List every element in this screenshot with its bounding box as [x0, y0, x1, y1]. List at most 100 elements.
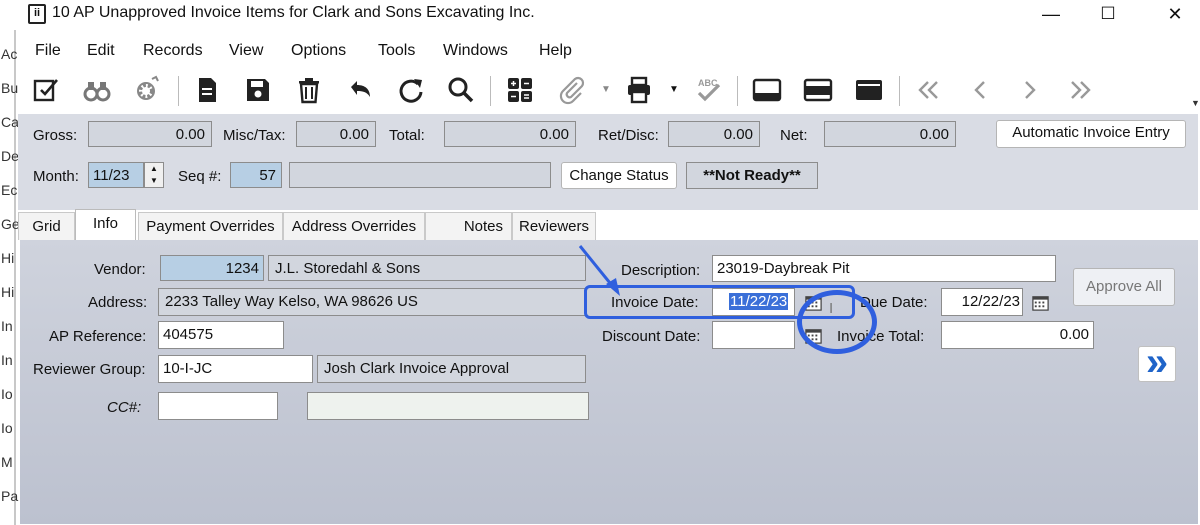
due-date-field[interactable]: 12/22/23 — [941, 288, 1023, 316]
background-letter: Pa — [1, 488, 19, 504]
window-title: 10 AP Unapproved Invoice Items for Clark… — [52, 4, 535, 21]
menu-records[interactable]: Records — [143, 42, 203, 60]
tab-grid[interactable]: Grid — [18, 212, 75, 240]
layout-middle-icon[interactable] — [801, 72, 835, 108]
redo-icon[interactable] — [394, 72, 428, 108]
background-letter: Ca — [1, 114, 19, 130]
background-letter: Ac — [1, 46, 18, 62]
gross-label: Gross: — [33, 127, 78, 144]
month-label: Month: — [33, 168, 79, 185]
maximize-button[interactable]: ☐ — [1085, 0, 1131, 30]
menu-tools[interactable]: Tools — [378, 42, 415, 60]
month-spinner[interactable]: ▲ ▼ — [144, 162, 164, 188]
background-letter: Bu — [1, 80, 19, 96]
address-label: Address: — [88, 294, 148, 311]
tab-info[interactable]: Info — [75, 209, 136, 240]
background-divider — [14, 30, 16, 525]
address-field: 2233 Talley Way Kelso, WA 98626 US — [158, 288, 586, 316]
description-field[interactable]: 23019-Daybreak Pit — [712, 255, 1056, 282]
annotation-circle — [797, 290, 877, 354]
toolbar-separator — [178, 76, 179, 106]
vendor-label: Vendor: — [94, 261, 146, 278]
status-badge: **Not Ready** — [686, 162, 818, 189]
toolbar-separator — [899, 76, 900, 106]
background-letter: Io — [1, 420, 13, 436]
ret-disc-label: Ret/Disc: — [598, 127, 659, 144]
menu-edit[interactable]: Edit — [87, 42, 115, 60]
menu-file[interactable]: File — [35, 42, 61, 60]
edit-icon[interactable] — [29, 72, 63, 108]
change-status-button[interactable]: Change Status — [561, 162, 677, 189]
document-icon[interactable] — [190, 72, 224, 108]
menu-view[interactable]: View — [229, 42, 263, 60]
gear-icon[interactable] — [130, 72, 164, 108]
reviewer-group-description: Josh Clark Invoice Approval — [317, 355, 586, 383]
background-letter: In — [1, 318, 13, 334]
discount-date-label: Discount Date: — [602, 328, 701, 345]
next-record-icon[interactable] — [1013, 72, 1047, 108]
cc-field[interactable] — [158, 392, 278, 420]
tab-notes[interactable]: Notes — [425, 212, 512, 240]
previous-record-icon[interactable] — [963, 72, 997, 108]
menu-help[interactable]: Help — [539, 42, 572, 60]
layout-bottom-icon[interactable] — [750, 72, 784, 108]
misc-tax-field: 0.00 — [296, 121, 376, 147]
approve-all-button[interactable]: Approve All — [1073, 268, 1175, 306]
layout-top-icon[interactable] — [852, 72, 886, 108]
background-letter: Hi — [1, 284, 15, 300]
last-record-icon[interactable] — [1063, 72, 1097, 108]
undo-icon[interactable] — [343, 72, 377, 108]
total-label: Total: — [389, 127, 425, 144]
gross-field: 0.00 — [88, 121, 212, 147]
calculator-icon[interactable] — [503, 72, 537, 108]
discount-date-field[interactable] — [712, 321, 795, 349]
invoice-total-field[interactable]: 0.00 — [941, 321, 1094, 349]
app-icon: ii — [28, 4, 46, 24]
background-letter: De — [1, 148, 19, 164]
seq-description-field — [289, 162, 551, 188]
svg-text:ABC: ABC — [698, 78, 718, 88]
first-record-icon[interactable] — [912, 72, 946, 108]
delete-icon[interactable] — [292, 72, 326, 108]
ap-reference-field[interactable]: 404575 — [158, 321, 284, 349]
vendor-name-field: J.L. Storedahl & Sons — [268, 255, 586, 281]
background-letter: Hi — [1, 250, 15, 266]
search-icon[interactable] — [444, 72, 478, 108]
net-label: Net: — [780, 127, 808, 144]
background-letter: M — [1, 454, 13, 470]
menu-options[interactable]: Options — [291, 42, 346, 60]
next-section-button[interactable]: » — [1138, 342, 1176, 382]
background-letter: Io — [1, 386, 13, 402]
print-dropdown-icon[interactable]: ▼ — [669, 84, 679, 95]
attach-icon[interactable] — [555, 72, 589, 108]
ap-reference-label: AP Reference: — [49, 328, 147, 345]
automatic-invoice-entry-button[interactable]: Automatic Invoice Entry — [996, 120, 1186, 148]
seq-label: Seq #: — [178, 168, 222, 185]
tab-payment-overrides[interactable]: Payment Overrides — [138, 212, 283, 240]
toolbar-overflow-icon[interactable]: ▼ — [1191, 98, 1200, 108]
menu-windows[interactable]: Windows — [443, 42, 508, 60]
toolbar-separator — [737, 76, 738, 106]
vendor-number-field[interactable]: 1234 — [160, 255, 264, 281]
cc-description-field — [307, 392, 589, 420]
print-icon[interactable] — [622, 72, 656, 108]
month-field[interactable]: 11/23 — [88, 162, 144, 188]
close-button[interactable]: ✕ — [1152, 0, 1198, 30]
misc-tax-label: Misc/Tax: — [223, 127, 286, 144]
ret-disc-field: 0.00 — [668, 121, 760, 147]
attach-dropdown-icon[interactable]: ▼ — [601, 84, 611, 95]
reviewer-group-field[interactable]: 10-I-JC — [158, 355, 313, 383]
due-date-calendar-icon[interactable] — [1027, 289, 1053, 315]
toolbar-separator — [490, 76, 491, 106]
reviewer-group-label: Reviewer Group: — [33, 361, 146, 378]
cc-label: CC#: — [107, 399, 142, 416]
background-letter: In — [1, 352, 13, 368]
binoculars-icon[interactable] — [80, 72, 114, 108]
spellcheck-icon[interactable]: ABC — [691, 72, 725, 108]
seq-field[interactable]: 57 — [230, 162, 282, 188]
save-icon[interactable] — [241, 72, 275, 108]
background-letter: Ge — [1, 216, 20, 232]
tab-address-overrides[interactable]: Address Overrides — [283, 212, 425, 240]
background-letter: Ec — [1, 182, 18, 198]
minimize-button[interactable]: — — [1028, 0, 1074, 30]
